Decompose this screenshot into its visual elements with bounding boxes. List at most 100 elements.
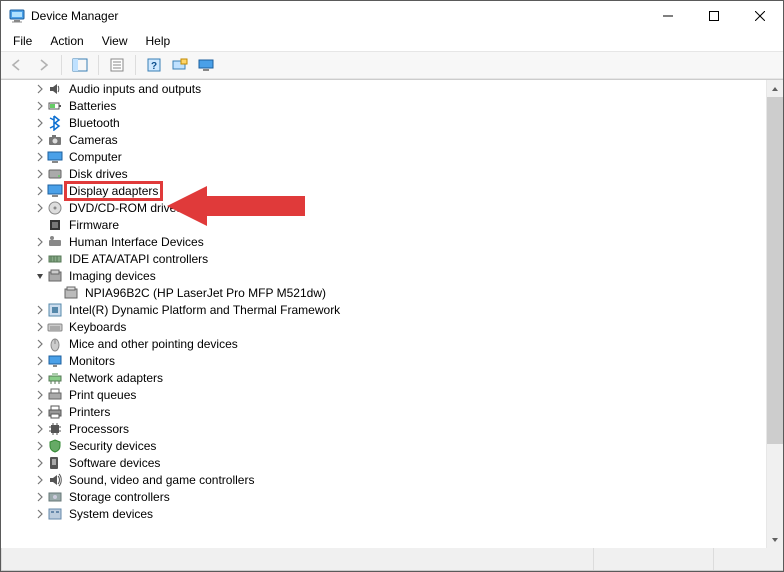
chevron-right-icon[interactable]: [33, 303, 47, 317]
chevron-right-icon[interactable]: [33, 371, 47, 385]
scrollbar-thumb[interactable]: [767, 97, 783, 444]
chevron-right-icon[interactable]: [33, 507, 47, 521]
chevron-right-icon[interactable]: [33, 320, 47, 334]
chevron-down-icon[interactable]: [33, 269, 47, 283]
chevron-right-icon[interactable]: [33, 439, 47, 453]
bluetooth-icon: [47, 115, 63, 131]
chevron-right-icon[interactable]: [33, 252, 47, 266]
tree-node[interactable]: Intel(R) Dynamic Platform and Thermal Fr…: [29, 301, 766, 318]
chevron-right-icon[interactable]: [33, 201, 47, 215]
status-pane: [1, 548, 593, 570]
tree-node[interactable]: Imaging devices: [29, 267, 766, 284]
tree-node[interactable]: Sound, video and game controllers: [29, 471, 766, 488]
vertical-scrollbar[interactable]: [766, 80, 783, 548]
tree-node[interactable]: Security devices: [29, 437, 766, 454]
chevron-right-icon[interactable]: [33, 133, 47, 147]
camera-icon: [47, 132, 63, 148]
tree-node[interactable]: Display adapters: [29, 182, 766, 199]
tree-node-label: Security devices: [67, 439, 158, 453]
tree-node-label: Print queues: [67, 388, 138, 402]
tree-node[interactable]: Printers: [29, 403, 766, 420]
tree-node[interactable]: Mice and other pointing devices: [29, 335, 766, 352]
scroll-up-button[interactable]: [767, 80, 783, 97]
scrollbar-track[interactable]: [767, 97, 783, 531]
tree-node-label: Storage controllers: [67, 490, 172, 504]
tree-node[interactable]: Storage controllers: [29, 488, 766, 505]
tree-node-label: Human Interface Devices: [67, 235, 206, 249]
maximize-button[interactable]: [691, 1, 737, 31]
firmware-icon: [47, 217, 63, 233]
keyboard-icon: [47, 319, 63, 335]
tree-node[interactable]: Cameras: [29, 131, 766, 148]
tree-node[interactable]: IDE ATA/ATAPI controllers: [29, 250, 766, 267]
ide-icon: [47, 251, 63, 267]
tree-node[interactable]: DVD/CD-ROM drives: [29, 199, 766, 216]
tree-node[interactable]: Processors: [29, 420, 766, 437]
chevron-right-icon[interactable]: [33, 456, 47, 470]
chevron-right-icon[interactable]: [33, 99, 47, 113]
tree-node[interactable]: Print queues: [29, 386, 766, 403]
back-button[interactable]: [5, 54, 29, 76]
scroll-down-button[interactable]: [767, 531, 783, 548]
content-area: Audio inputs and outputs BatteriesBluetoo…: [1, 80, 783, 548]
chevron-right-icon[interactable]: [33, 473, 47, 487]
properties-button[interactable]: [105, 54, 129, 76]
menu-view[interactable]: View: [94, 33, 136, 49]
tree-node-label: Batteries: [67, 99, 118, 113]
chevron-right-icon[interactable]: [33, 184, 47, 198]
tree-node[interactable]: System devices: [29, 505, 766, 522]
chevron-right-icon[interactable]: [33, 337, 47, 351]
scan-hardware-button[interactable]: [168, 54, 192, 76]
chevron-right-icon[interactable]: [33, 167, 47, 181]
chevron-right-icon[interactable]: [33, 82, 47, 96]
forward-button[interactable]: [31, 54, 55, 76]
chevron-right-icon[interactable]: [33, 405, 47, 419]
tree-node[interactable]: Batteries: [29, 97, 766, 114]
menu-help[interactable]: Help: [138, 33, 179, 49]
device-icon: [63, 285, 79, 301]
tree-node-label: Processors: [67, 422, 131, 436]
tree-node[interactable]: Computer: [29, 148, 766, 165]
hid-icon: [47, 234, 63, 250]
platform-icon: [47, 302, 63, 318]
tree-node[interactable]: Disk drives: [29, 165, 766, 182]
close-button[interactable]: [737, 1, 783, 31]
tree-node[interactable]: Audio inputs and outputs: [29, 80, 766, 97]
statusbar: [1, 548, 783, 570]
disk-icon: [47, 166, 63, 182]
chevron-right-icon[interactable]: [33, 235, 47, 249]
show-hide-console-tree-button[interactable]: [68, 54, 92, 76]
chevron-right-icon[interactable]: [33, 490, 47, 504]
battery-icon: [47, 98, 63, 114]
tree-node[interactable]: NPIA96B2C (HP LaserJet Pro MFP M521dw): [45, 284, 766, 301]
chevron-right-icon[interactable]: [33, 116, 47, 130]
app-icon: [9, 8, 25, 24]
chevron-right-icon[interactable]: [33, 150, 47, 164]
chevron-right-icon[interactable]: [33, 354, 47, 368]
tree-node[interactable]: Network adapters: [29, 369, 766, 386]
tree-node-label: Imaging devices: [67, 269, 158, 283]
window-title: Device Manager: [31, 9, 645, 23]
security-icon: [47, 438, 63, 454]
tree-node[interactable]: Firmware: [29, 216, 766, 233]
chevron-right-icon[interactable]: [33, 388, 47, 402]
tree-node[interactable]: Keyboards: [29, 318, 766, 335]
monitor-icon-button[interactable]: [194, 54, 218, 76]
titlebar: Device Manager: [1, 1, 783, 31]
tree-node[interactable]: Software devices: [29, 454, 766, 471]
menu-file[interactable]: File: [5, 33, 40, 49]
chevron-right-icon[interactable]: [33, 422, 47, 436]
minimize-button[interactable]: [645, 1, 691, 31]
tree-node-label: Sound, video and game controllers: [67, 473, 256, 487]
tree-node[interactable]: Human Interface Devices: [29, 233, 766, 250]
tree-node-label: System devices: [67, 507, 155, 521]
tree-node-label: DVD/CD-ROM drives: [67, 201, 184, 215]
menu-action[interactable]: Action: [42, 33, 91, 49]
help-button[interactable]: ?: [142, 54, 166, 76]
tree-node[interactable]: Bluetooth: [29, 114, 766, 131]
device-tree[interactable]: Audio inputs and outputs BatteriesBluetoo…: [1, 80, 766, 548]
toolbar-separator: [61, 55, 62, 75]
tree-node[interactable]: Monitors: [29, 352, 766, 369]
toolbar-separator: [98, 55, 99, 75]
tree-node-label: Software devices: [67, 456, 162, 470]
